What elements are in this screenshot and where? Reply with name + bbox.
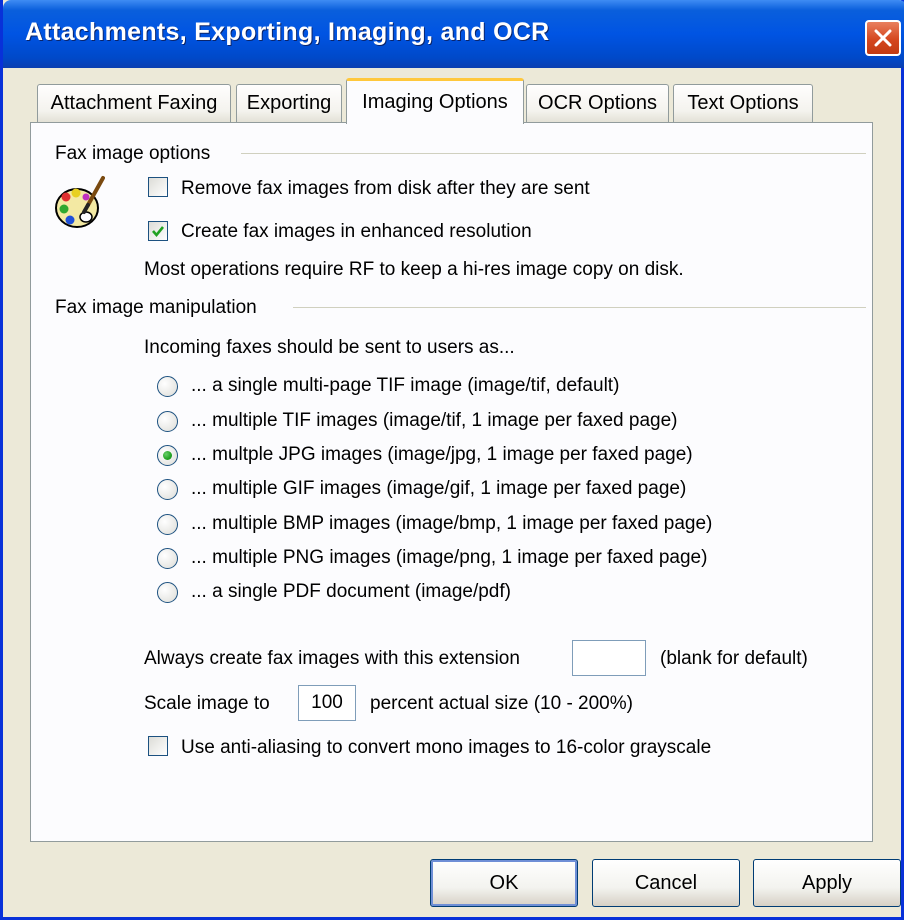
close-icon bbox=[874, 29, 892, 47]
fax-image-manipulation-heading: Fax image manipulation bbox=[55, 297, 257, 318]
format-radio-multiple-jpg[interactable] bbox=[157, 445, 178, 466]
fax-image-options-heading: Fax image options bbox=[55, 143, 211, 164]
enhanced-resolution-checkbox[interactable] bbox=[148, 221, 168, 241]
format-radio-single-tif[interactable] bbox=[157, 376, 178, 397]
radio-selected-dot bbox=[163, 451, 172, 460]
format-radio-multiple-gif[interactable] bbox=[157, 479, 178, 500]
format-label-single-tif: ... a single multi-page TIF image (image… bbox=[191, 375, 620, 396]
format-label-multiple-tif: ... multiple TIF images (image/tif, 1 im… bbox=[191, 410, 678, 431]
tab-attachment-faxing[interactable]: Attachment Faxing bbox=[37, 84, 231, 122]
apply-button[interactable]: Apply bbox=[753, 859, 901, 907]
scale-input[interactable]: 100 bbox=[298, 685, 356, 721]
format-label-single-pdf: ... a single PDF document (image/pdf) bbox=[191, 581, 511, 602]
hi-res-note: Most operations require RF to keep a hi-… bbox=[144, 259, 684, 280]
format-radio-multiple-png[interactable] bbox=[157, 548, 178, 569]
paint-palette-icon bbox=[55, 176, 105, 228]
group-divider bbox=[293, 307, 866, 308]
incoming-faxes-prompt: Incoming faxes should be sent to users a… bbox=[144, 337, 515, 358]
format-label-multiple-jpg: ... multple JPG images (image/jpg, 1 ima… bbox=[191, 444, 693, 465]
format-radio-multiple-bmp[interactable] bbox=[157, 514, 178, 535]
close-button[interactable] bbox=[865, 20, 901, 56]
scale-label: Scale image to bbox=[144, 693, 270, 714]
cancel-button[interactable]: Cancel bbox=[592, 859, 740, 907]
format-radio-single-pdf[interactable] bbox=[157, 582, 178, 603]
tab-ocr-options[interactable]: OCR Options bbox=[526, 84, 669, 122]
window-title: Attachments, Exporting, Imaging, and OCR bbox=[25, 18, 550, 46]
scale-suffix: percent actual size (10 - 200%) bbox=[370, 693, 633, 714]
tab-imaging-options[interactable]: Imaging Options bbox=[346, 78, 524, 124]
format-label-multiple-bmp: ... multiple BMP images (image/bmp, 1 im… bbox=[191, 513, 713, 534]
anti-aliasing-checkbox[interactable] bbox=[148, 736, 168, 756]
checkmark-icon bbox=[152, 226, 165, 238]
extension-label: Always create fax images with this exten… bbox=[144, 648, 520, 669]
tab-strip: Attachment Faxing Exporting Imaging Opti… bbox=[3, 78, 904, 124]
imaging-options-panel: Fax image options Remove fax images from… bbox=[30, 122, 873, 842]
extension-hint: (blank for default) bbox=[660, 648, 808, 669]
title-bar[interactable]: Attachments, Exporting, Imaging, and OCR bbox=[3, 0, 904, 68]
ok-button[interactable]: OK bbox=[430, 859, 578, 907]
anti-aliasing-label: Use anti-aliasing to convert mono images… bbox=[181, 737, 712, 758]
format-label-multiple-gif: ... multiple GIF images (image/gif, 1 im… bbox=[191, 478, 687, 499]
format-radio-multiple-tif[interactable] bbox=[157, 411, 178, 432]
extension-input[interactable] bbox=[572, 640, 646, 676]
remove-images-checkbox[interactable] bbox=[148, 177, 168, 197]
enhanced-resolution-label: Create fax images in enhanced resolution bbox=[181, 221, 532, 242]
format-label-multiple-png: ... multiple PNG images (image/png, 1 im… bbox=[191, 547, 708, 568]
remove-images-label: Remove fax images from disk after they a… bbox=[181, 178, 590, 199]
tab-text-options[interactable]: Text Options bbox=[673, 84, 813, 122]
group-divider bbox=[241, 153, 866, 154]
dialog-window: Attachments, Exporting, Imaging, and OCR… bbox=[0, 0, 904, 920]
tab-exporting[interactable]: Exporting bbox=[236, 84, 342, 122]
